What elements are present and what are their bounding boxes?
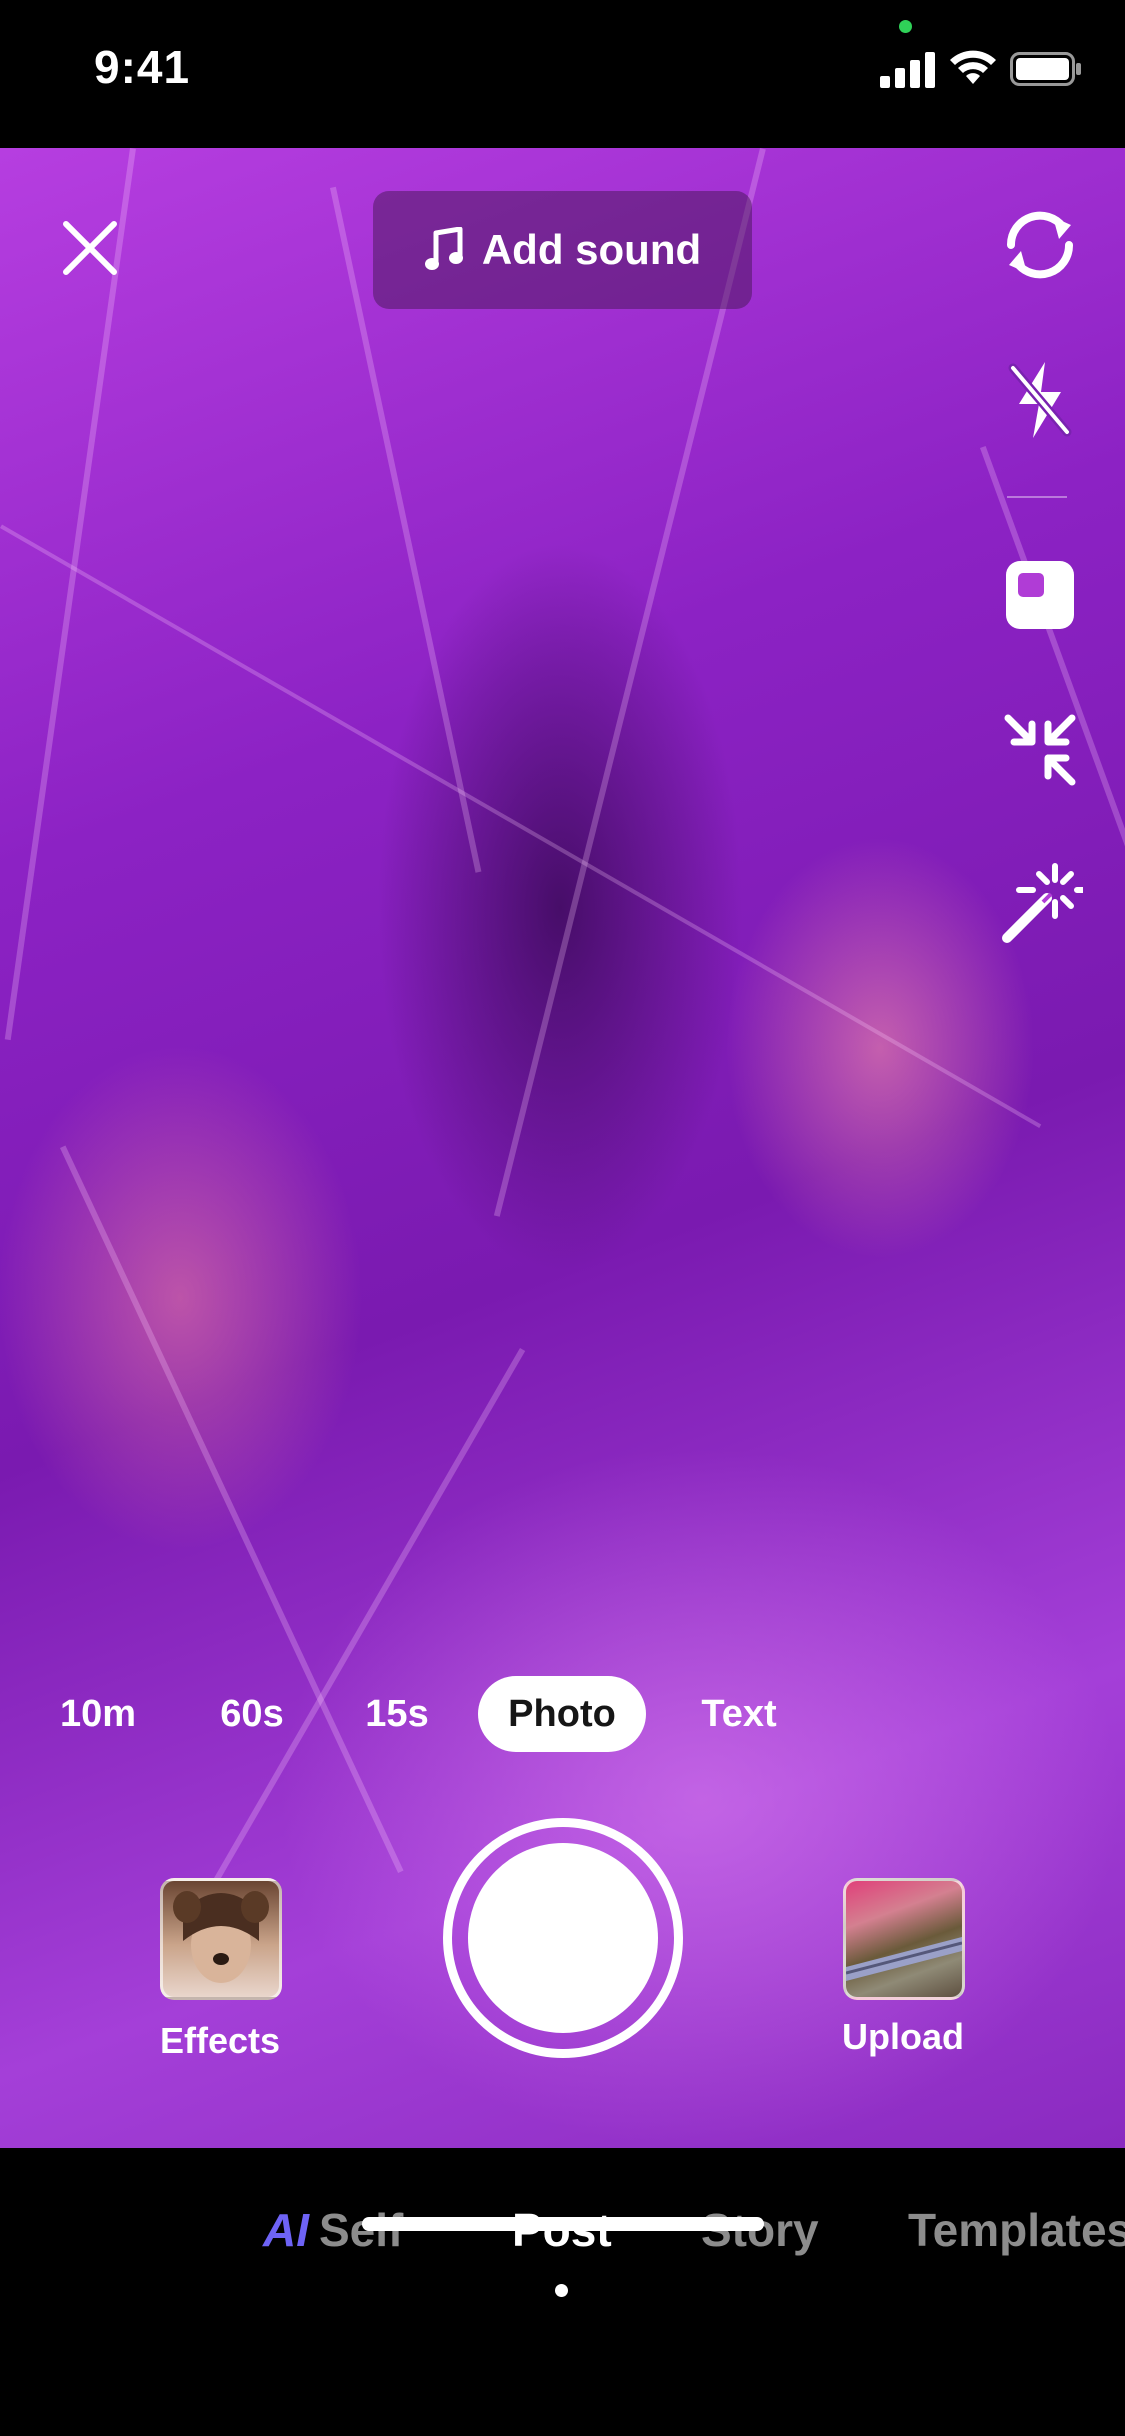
effects-thumbnail xyxy=(160,1878,282,2000)
flip-camera-icon xyxy=(1006,211,1074,279)
tools-divider xyxy=(1007,496,1067,498)
active-tab-indicator xyxy=(555,2284,568,2297)
ai-prefix: AI xyxy=(263,2204,309,2256)
tab-templates[interactable]: Templates xyxy=(908,2203,1125,2257)
upload-label: Upload xyxy=(842,2016,964,2057)
status-bar: 9:41 xyxy=(0,0,1125,148)
enhance-wand-icon xyxy=(1002,863,1083,943)
effects-label: Effects xyxy=(159,2020,281,2061)
add-sound-button[interactable]: Add sound xyxy=(373,191,752,309)
mode-15s[interactable]: 15s xyxy=(347,1676,447,1752)
cellular-signal-icon xyxy=(880,52,935,88)
flash-off-icon xyxy=(1008,362,1072,438)
bottom-mode-tabs: AISelf Post Story Templates xyxy=(0,2148,1125,2436)
capture-mode-selector: 10m 60s 15s Photo Text xyxy=(0,1676,1125,1752)
music-note-icon xyxy=(424,227,463,270)
mode-text[interactable]: Text xyxy=(689,1676,789,1752)
shutter-inner xyxy=(468,1843,658,2033)
flash-button[interactable] xyxy=(995,355,1085,445)
upload-thumbnail xyxy=(843,1878,965,2000)
mode-photo[interactable]: Photo xyxy=(478,1676,646,1752)
home-indicator[interactable] xyxy=(362,2217,764,2231)
mode-60s[interactable]: 60s xyxy=(202,1676,302,1752)
shrink-icon xyxy=(1004,714,1076,786)
close-icon[interactable] xyxy=(60,218,120,278)
battery-icon xyxy=(1010,52,1081,86)
timer-square-icon xyxy=(1006,561,1074,629)
timer-button[interactable] xyxy=(995,550,1085,640)
wifi-icon xyxy=(950,50,996,84)
shrink-button[interactable] xyxy=(995,705,1085,795)
mode-10m[interactable]: 10m xyxy=(48,1676,148,1752)
status-time: 9:41 xyxy=(94,41,191,93)
enhance-button[interactable] xyxy=(995,860,1085,950)
flip-camera-button[interactable] xyxy=(995,200,1085,290)
add-sound-label: Add sound xyxy=(481,226,702,273)
camera-in-use-indicator xyxy=(899,20,912,33)
shutter-button[interactable] xyxy=(443,1818,683,2058)
